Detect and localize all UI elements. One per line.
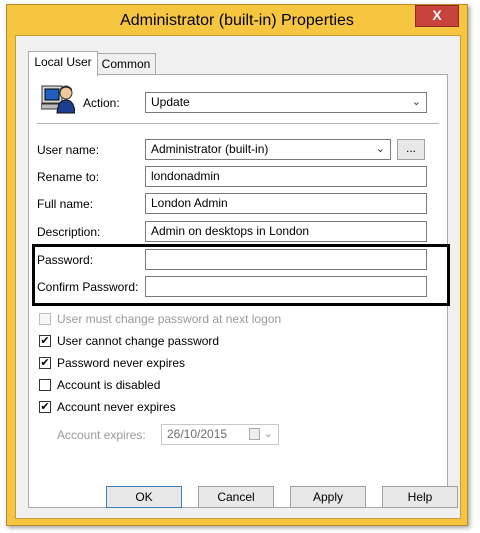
checkbox-cannot-change-password[interactable]: ✔ User cannot change password: [39, 334, 339, 350]
checkmark-icon: ✔: [40, 335, 50, 347]
tab-common-label: Common: [101, 57, 151, 71]
chevron-down-icon: ⌄: [375, 143, 385, 155]
apply-button[interactable]: Apply: [290, 486, 366, 508]
rename-to-field[interactable]: londonadmin: [145, 166, 427, 187]
account-expires-label: Account expires:: [57, 428, 146, 442]
description-field[interactable]: Admin on desktops in London: [145, 221, 427, 242]
password-highlight-box: [32, 244, 450, 306]
checkbox-must-change-password[interactable]: User must change password at next logon: [39, 312, 339, 328]
checkbox-box[interactable]: [39, 313, 51, 325]
checkbox-label: User must change password at next logon: [57, 312, 282, 326]
title-bar[interactable]: Administrator (built-in) Properties X: [7, 5, 467, 35]
checkbox-box[interactable]: [39, 379, 51, 391]
checkmark-icon: ✔: [40, 401, 50, 413]
full-name-field[interactable]: London Admin: [145, 193, 427, 214]
user-name-dropdown[interactable]: Administrator (built-in) ⌄: [145, 139, 391, 160]
browse-user-button[interactable]: ...: [397, 139, 425, 160]
close-button[interactable]: X: [415, 5, 459, 27]
window-title: Administrator (built-in) Properties: [120, 12, 354, 29]
checkbox-label: Account never expires: [57, 400, 176, 414]
checkmark-icon: ✔: [40, 357, 50, 369]
help-button[interactable]: Help: [382, 486, 458, 508]
user-account-icon: [40, 82, 76, 114]
separator: [37, 123, 439, 124]
account-expires-date-picker[interactable]: 26/10/2015 ⌄: [161, 424, 279, 445]
action-label: Action:: [83, 96, 120, 110]
chevron-down-icon: ⌄: [411, 96, 421, 108]
calendar-icon: [249, 428, 260, 440]
user-name-label: User name:: [37, 143, 100, 157]
account-expires-value: 26/10/2015: [167, 427, 228, 441]
tab-local-user-label: Local User: [34, 55, 92, 69]
ok-button[interactable]: OK: [106, 486, 182, 508]
checkbox-box-checked[interactable]: ✔: [39, 401, 51, 413]
chevron-down-icon: ⌄: [263, 428, 273, 440]
checkbox-account-disabled[interactable]: Account is disabled: [39, 378, 339, 394]
checkbox-label: Account is disabled: [57, 378, 161, 392]
user-name-value: Administrator (built-in): [151, 142, 269, 156]
tab-common[interactable]: Common: [96, 53, 156, 76]
action-value: Update: [151, 95, 190, 109]
description-label: Description:: [37, 225, 101, 239]
checkbox-label: User cannot change password: [57, 334, 220, 348]
checkbox-account-never-expires[interactable]: ✔ Account never expires: [39, 400, 339, 416]
tab-local-user[interactable]: Local User: [28, 51, 98, 76]
checkbox-box-checked[interactable]: ✔: [39, 357, 51, 369]
checkbox-password-never-expires[interactable]: ✔ Password never expires: [39, 356, 339, 372]
checkbox-box-checked[interactable]: ✔: [39, 335, 51, 347]
action-dropdown[interactable]: Update ⌄: [145, 92, 427, 113]
cancel-button[interactable]: Cancel: [198, 486, 274, 508]
rename-to-label: Rename to:: [37, 170, 100, 184]
checkbox-label: Password never expires: [57, 356, 186, 370]
full-name-label: Full name:: [37, 197, 94, 211]
